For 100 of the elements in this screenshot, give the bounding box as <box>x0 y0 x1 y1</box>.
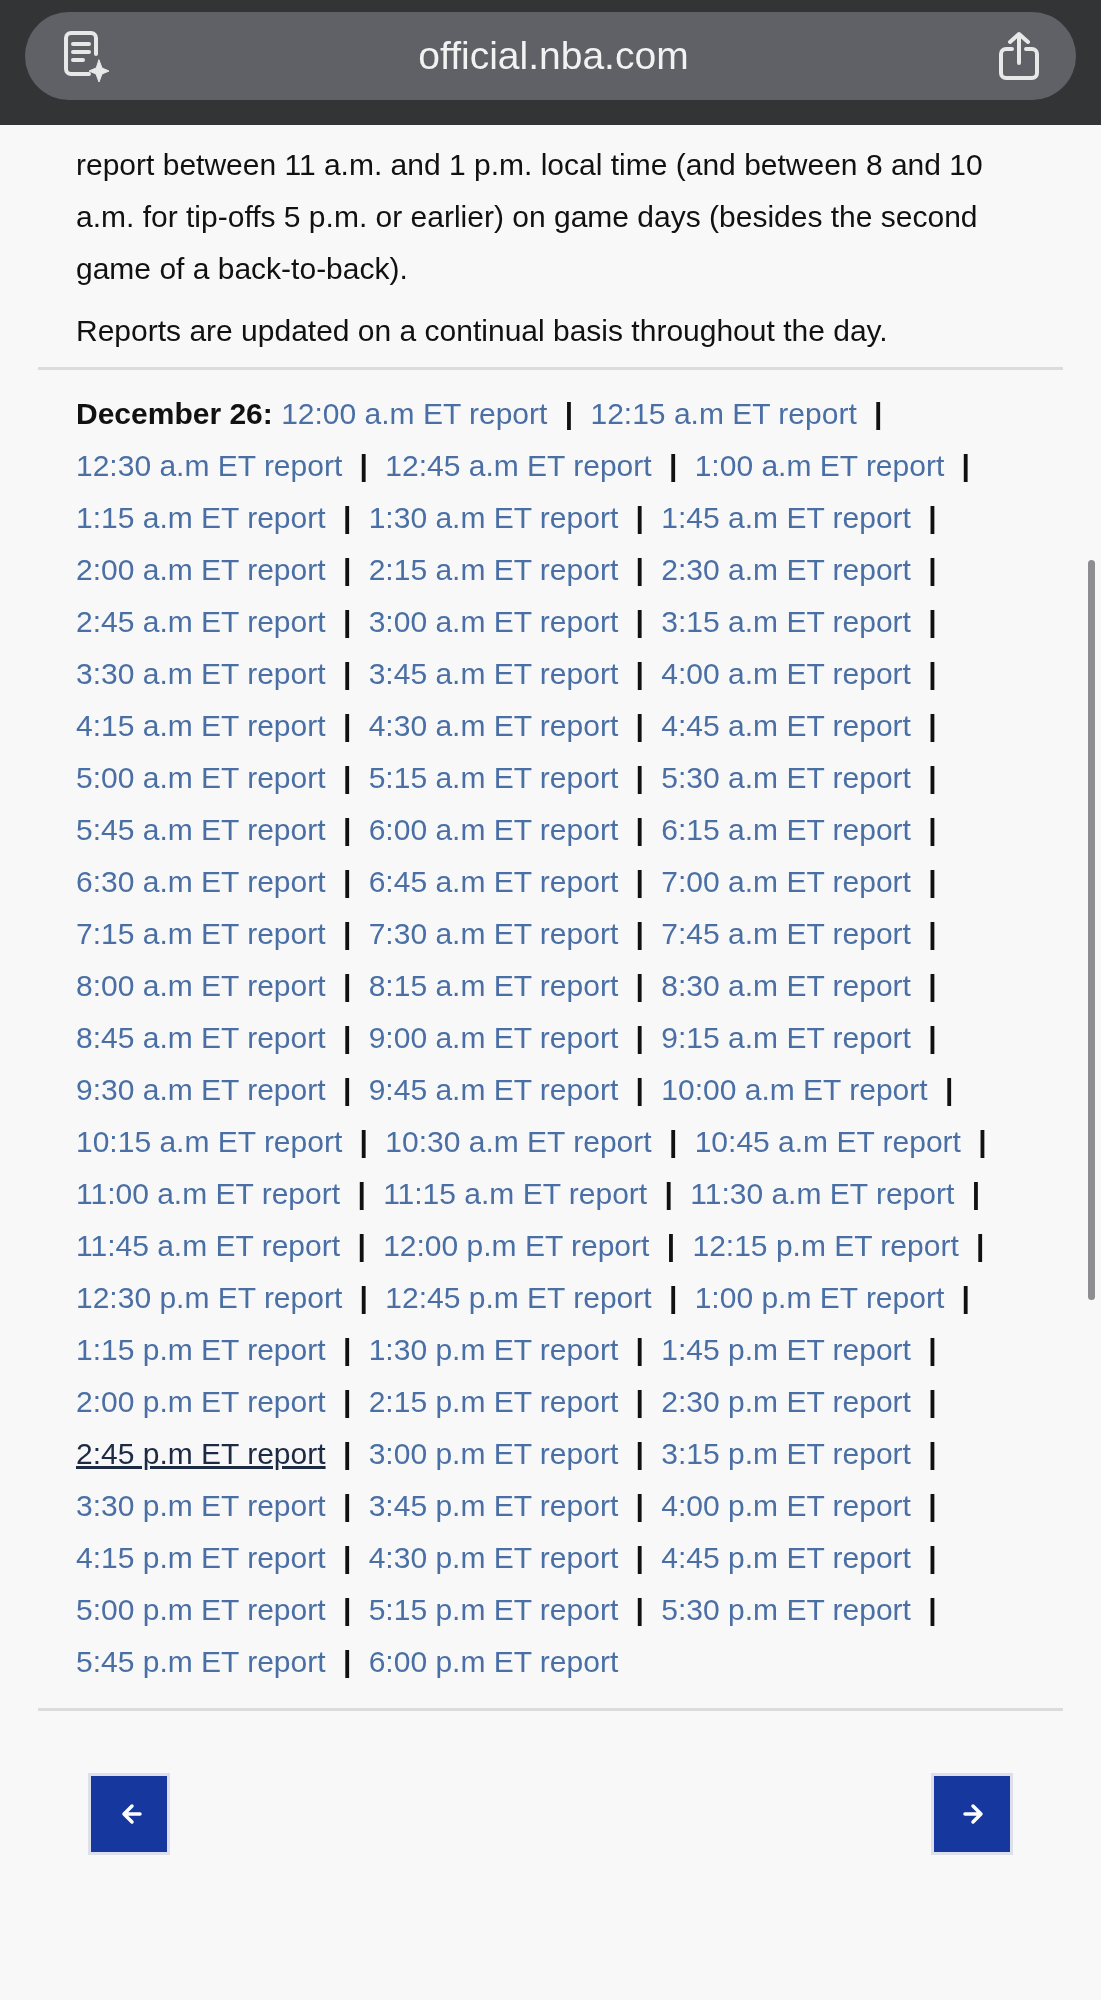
report-link[interactable]: 11:15 a.m ET report <box>383 1177 648 1210</box>
report-link[interactable]: 1:45 a.m ET report <box>661 501 911 534</box>
report-link[interactable]: 2:15 a.m ET report <box>368 553 619 586</box>
separator: | <box>635 1073 644 1106</box>
report-link[interactable]: 6:30 a.m ET report <box>76 865 326 898</box>
report-link[interactable]: 2:30 a.m ET report <box>661 553 911 586</box>
share-icon[interactable] <box>998 31 1040 81</box>
report-link[interactable]: 12:30 p.m ET report <box>76 1281 343 1314</box>
separator: | <box>564 397 574 430</box>
report-link[interactable]: 2:00 a.m ET report <box>76 553 326 586</box>
report-link[interactable]: 1:00 a.m ET report <box>694 449 945 482</box>
report-link[interactable]: 1:30 a.m ET report <box>368 501 619 534</box>
report-link[interactable]: 10:00 a.m ET report <box>661 1073 928 1106</box>
report-link[interactable]: 2:00 p.m ET report <box>76 1385 326 1418</box>
report-link[interactable]: 6:45 a.m ET report <box>368 865 619 898</box>
report-link[interactable]: 2:45 p.m ET report <box>76 1437 326 1470</box>
report-link[interactable]: 12:00 p.m ET report <box>383 1229 650 1262</box>
report-link[interactable]: 8:15 a.m ET report <box>368 969 619 1002</box>
separator: | <box>342 605 352 638</box>
report-link[interactable]: 4:00 p.m ET report <box>661 1489 911 1522</box>
report-link[interactable]: 12:45 a.m ET report <box>385 449 652 482</box>
report-link[interactable]: 5:15 p.m ET report <box>368 1593 619 1626</box>
report-link[interactable]: 5:15 a.m ET report <box>368 761 619 794</box>
report-link[interactable]: 5:45 p.m ET report <box>76 1645 326 1678</box>
report-link[interactable]: 9:00 a.m ET report <box>368 1021 619 1054</box>
separator: | <box>635 1541 644 1574</box>
report-link[interactable]: 1:00 p.m ET report <box>694 1281 945 1314</box>
report-link[interactable]: 9:15 a.m ET report <box>661 1021 911 1054</box>
report-link[interactable]: 12:00 a.m ET report <box>281 397 548 430</box>
report-link[interactable]: 8:45 a.m ET report <box>76 1021 326 1054</box>
separator: | <box>635 1385 644 1418</box>
separator: | <box>961 449 970 482</box>
report-link[interactable]: 11:00 a.m ET report <box>76 1177 341 1210</box>
previous-button[interactable] <box>88 1773 170 1855</box>
separator: | <box>342 969 352 1002</box>
report-link[interactable]: 9:30 a.m ET report <box>76 1073 326 1106</box>
separator: | <box>928 553 937 586</box>
report-link[interactable]: 9:45 a.m ET report <box>368 1073 619 1106</box>
report-link[interactable]: 4:15 p.m ET report <box>76 1541 326 1574</box>
report-link[interactable]: 3:45 p.m ET report <box>368 1489 619 1522</box>
report-link[interactable]: 4:45 a.m ET report <box>661 709 911 742</box>
separator: | <box>928 1385 937 1418</box>
report-link[interactable]: 4:00 a.m ET report <box>661 657 911 690</box>
report-link[interactable]: 5:30 p.m ET report <box>661 1593 911 1626</box>
report-link[interactable]: 12:15 a.m ET report <box>590 397 857 430</box>
scrollbar[interactable] <box>1088 560 1095 1300</box>
report-link[interactable]: 6:15 a.m ET report <box>661 813 911 846</box>
report-link[interactable]: 7:45 a.m ET report <box>661 917 911 950</box>
report-link[interactable]: 2:15 p.m ET report <box>368 1385 619 1418</box>
report-link[interactable]: 3:00 a.m ET report <box>368 605 619 638</box>
report-link[interactable]: 10:30 a.m ET report <box>385 1125 652 1158</box>
report-link[interactable]: 3:00 p.m ET report <box>368 1437 619 1470</box>
report-link[interactable]: 1:30 p.m ET report <box>368 1333 619 1366</box>
report-link[interactable]: 4:45 p.m ET report <box>661 1541 911 1574</box>
report-link[interactable]: 3:30 p.m ET report <box>76 1489 326 1522</box>
next-button[interactable] <box>931 1773 1013 1855</box>
report-link[interactable]: 1:15 p.m ET report <box>76 1333 326 1366</box>
report-link[interactable]: 7:30 a.m ET report <box>368 917 619 950</box>
report-link[interactable]: 5:45 a.m ET report <box>76 813 326 846</box>
report-link[interactable]: 10:15 a.m ET report <box>76 1125 343 1158</box>
url-text[interactable]: official.nba.com <box>418 26 689 86</box>
report-link[interactable]: 4:15 a.m ET report <box>76 709 326 742</box>
separator: | <box>635 1333 644 1366</box>
report-link[interactable]: 5:30 a.m ET report <box>661 761 911 794</box>
separator: | <box>961 1281 970 1314</box>
report-link[interactable]: 11:45 a.m ET report <box>76 1229 341 1262</box>
separator: | <box>668 1125 678 1158</box>
report-link[interactable]: 1:15 a.m ET report <box>76 501 326 534</box>
report-link[interactable]: 8:00 a.m ET report <box>76 969 326 1002</box>
report-link[interactable]: 3:15 p.m ET report <box>661 1437 911 1470</box>
report-link[interactable]: 4:30 a.m ET report <box>368 709 619 742</box>
report-link[interactable]: 3:45 a.m ET report <box>368 657 619 690</box>
report-link[interactable]: 12:15 p.m ET report <box>692 1229 959 1262</box>
report-link[interactable]: 7:00 a.m ET report <box>661 865 911 898</box>
separator: | <box>635 657 644 690</box>
separator: | <box>928 1333 937 1366</box>
report-link[interactable]: 6:00 a.m ET report <box>368 813 619 846</box>
report-link[interactable]: 1:45 p.m ET report <box>661 1333 911 1366</box>
separator: | <box>635 1437 644 1470</box>
reader-icon[interactable] <box>61 30 109 82</box>
report-link[interactable]: 3:15 a.m ET report <box>661 605 911 638</box>
report-link[interactable]: 8:30 a.m ET report <box>661 969 911 1002</box>
report-link[interactable]: 3:30 a.m ET report <box>76 657 326 690</box>
report-link[interactable]: 12:30 a.m ET report <box>76 449 343 482</box>
report-link[interactable]: 5:00 p.m ET report <box>76 1593 326 1626</box>
report-link[interactable]: 12:45 p.m ET report <box>385 1281 652 1314</box>
separator: | <box>928 1021 937 1054</box>
report-link[interactable]: 7:15 a.m ET report <box>76 917 326 950</box>
report-link[interactable]: 10:45 a.m ET report <box>694 1125 961 1158</box>
separator: | <box>342 865 352 898</box>
report-link[interactable]: 2:30 p.m ET report <box>661 1385 911 1418</box>
report-link[interactable]: 4:30 p.m ET report <box>368 1541 619 1574</box>
report-link[interactable]: 2:45 a.m ET report <box>76 605 326 638</box>
separator: | <box>664 1177 673 1210</box>
report-link[interactable]: 11:30 a.m ET report <box>690 1177 955 1210</box>
separator: | <box>635 969 644 1002</box>
report-link[interactable]: 6:00 p.m ET report <box>368 1645 619 1678</box>
report-link[interactable]: 5:00 a.m ET report <box>76 761 326 794</box>
separator: | <box>357 1229 366 1262</box>
separator: | <box>342 761 352 794</box>
